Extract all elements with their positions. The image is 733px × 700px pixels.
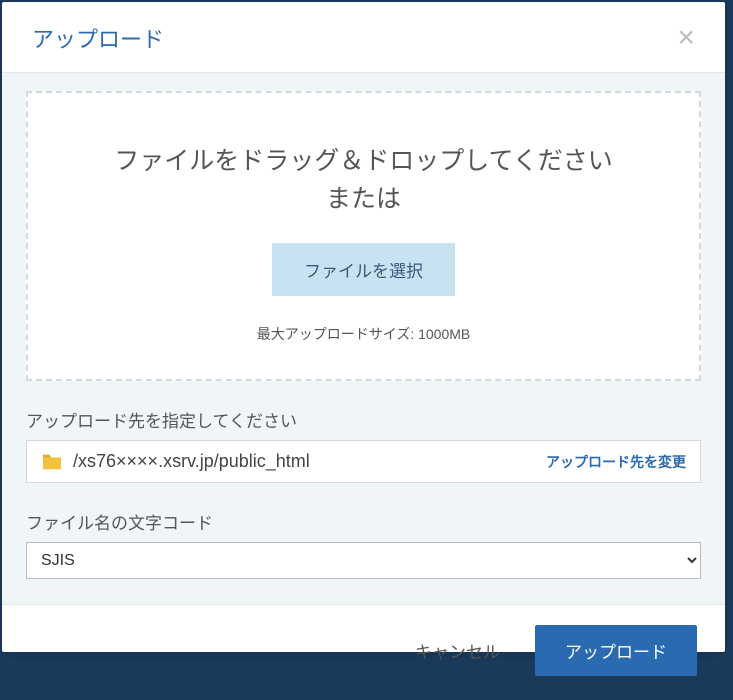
encoding-label: ファイル名の文字コード [26, 509, 701, 534]
close-icon: × [677, 21, 695, 54]
folder-icon [41, 453, 63, 471]
destination-label: アップロード先を指定してください [26, 407, 701, 432]
upload-submit-button[interactable]: アップロード [535, 625, 697, 676]
destination-path-row: /xs76××××.xsrv.jp/public_html アップロード先を変更 [26, 440, 701, 483]
modal-header: アップロード × [2, 2, 725, 73]
max-upload-size: 最大アップロードサイズ: 1000MB [48, 324, 679, 344]
dropzone-instructions: ファイルをドラッグ＆ドロップしてください または [48, 143, 679, 218]
destination-path: /xs76××××.xsrv.jp/public_html [73, 451, 546, 472]
modal-footer: キャンセル アップロード [2, 604, 725, 700]
modal-body: ファイルをドラッグ＆ドロップしてください または ファイルを選択 最大アップロー… [2, 73, 725, 604]
dropzone-line1: ファイルをドラッグ＆ドロップしてください [48, 143, 679, 181]
upload-modal: アップロード × ファイルをドラッグ＆ドロップしてください または ファイルを選… [2, 2, 725, 652]
file-dropzone[interactable]: ファイルをドラッグ＆ドロップしてください または ファイルを選択 最大アップロー… [26, 91, 701, 381]
dropzone-line2: または [48, 181, 679, 219]
close-button[interactable]: × [672, 23, 700, 53]
modal-title: アップロード [32, 22, 164, 54]
change-destination-link[interactable]: アップロード先を変更 [546, 452, 686, 472]
file-select-button[interactable]: ファイルを選択 [272, 243, 455, 296]
cancel-button[interactable]: キャンセル [410, 628, 505, 673]
encoding-select[interactable]: SJIS [26, 542, 701, 579]
